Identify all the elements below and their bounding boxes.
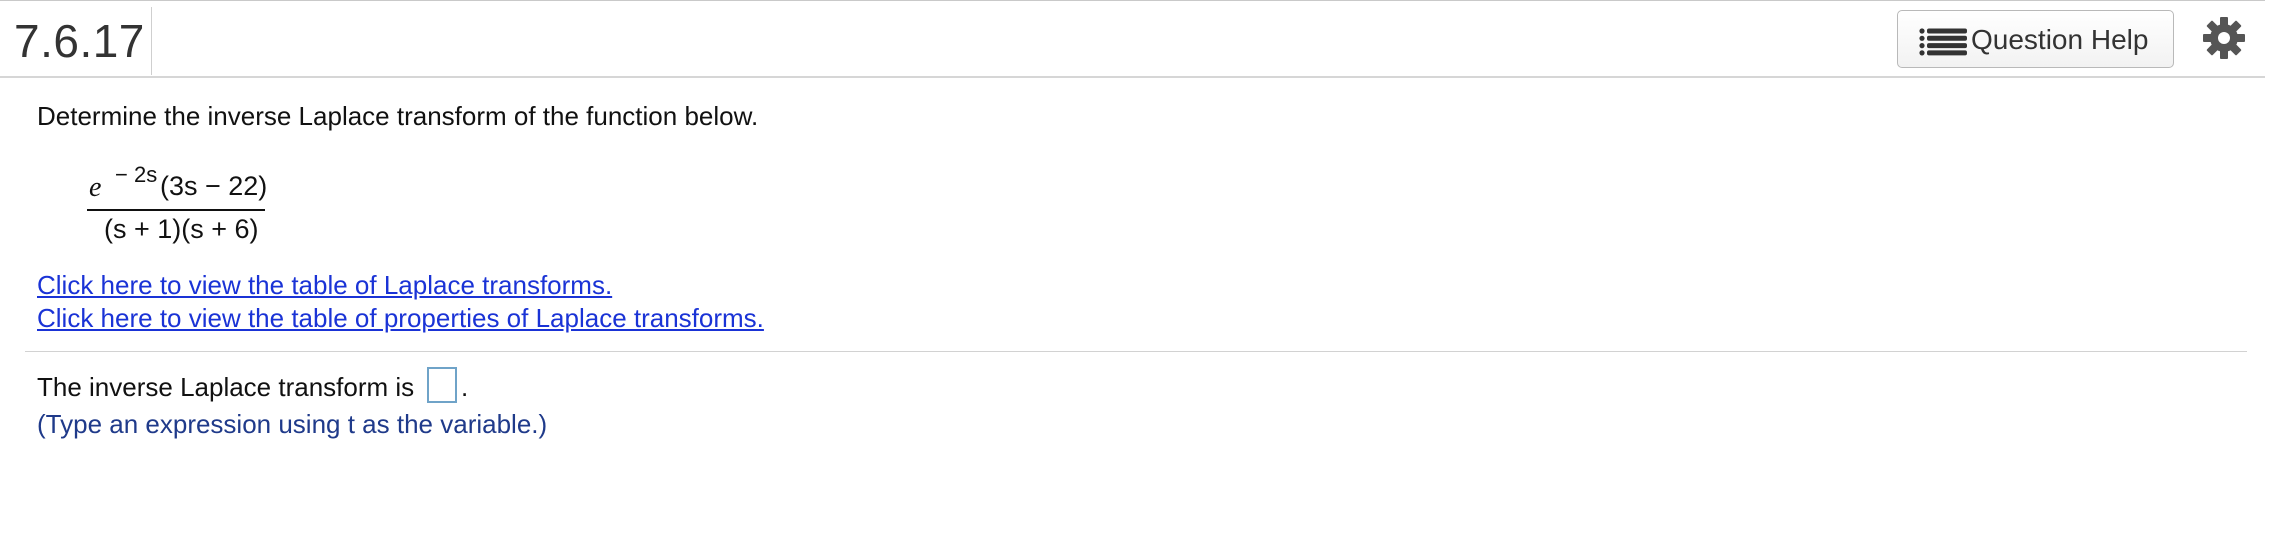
fraction-denominator: (s + 1)(s + 6): [104, 214, 259, 244]
fraction-numerator: e − 2s (3s − 22): [87, 161, 268, 205]
answer-label: The inverse Laplace transform is: [37, 372, 415, 402]
question-prompt: Determine the inverse Laplace transform …: [37, 101, 759, 131]
numerator-base: e: [89, 172, 102, 203]
answer-hint: (Type an expression using t as the varia…: [37, 409, 548, 439]
question-help-button[interactable]: Question Help: [1897, 10, 2174, 68]
question-frame: 7.6.17 Question Help Determine the inver…: [0, 0, 2284, 550]
gear-icon[interactable]: [2202, 16, 2246, 60]
laplace-properties-link[interactable]: Click here to view the table of properti…: [37, 303, 764, 334]
header-divider: [151, 7, 152, 75]
fraction-bar: [87, 209, 265, 211]
numerator-exponent: − 2s: [115, 162, 158, 187]
question-number: 7.6.17: [14, 15, 145, 67]
laplace-fraction: e − 2s (3s − 22) (s + 1)(s + 6): [87, 161, 268, 247]
laplace-table-link[interactable]: Click here to view the table of Laplace …: [37, 270, 612, 301]
numerator-factor: (3s − 22): [160, 171, 268, 201]
list-icon: [1919, 28, 1967, 56]
answer-period: .: [461, 372, 469, 402]
answer-input[interactable]: [427, 367, 457, 403]
question-help-label: Question Help: [1971, 24, 2149, 55]
section-divider: [25, 351, 2247, 352]
question-header: 7.6.17 Question Help: [0, 1, 2265, 78]
